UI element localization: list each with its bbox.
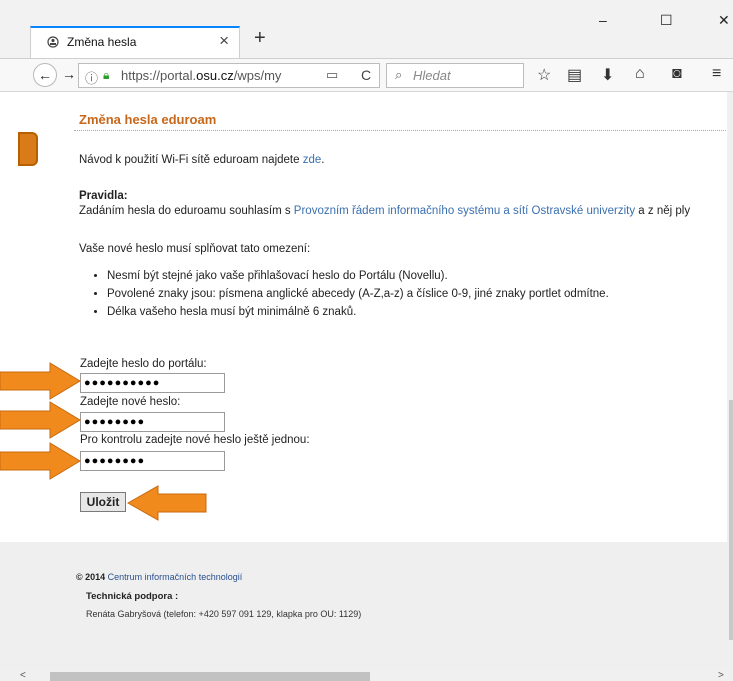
new-tab-button[interactable]: + [254, 27, 266, 50]
reader-view-icon[interactable]: ▭ [326, 67, 338, 83]
menu-icon[interactable]: ≡ [712, 65, 721, 83]
portal-password-label: Zadejte heslo do portálu: [80, 358, 207, 370]
title-divider [74, 130, 733, 131]
list-item: Povolené znaky jsou: písmena anglické ab… [107, 285, 609, 303]
minimize-icon[interactable]: – [599, 12, 607, 28]
scroll-left-icon[interactable]: < [20, 670, 26, 681]
browser-tab[interactable]: Změna hesla × [30, 26, 240, 58]
bookmark-star-icon[interactable]: ☆ [537, 65, 551, 85]
forward-arrow-icon[interactable]: → [62, 66, 76, 82]
search-placeholder: Hledat [413, 68, 451, 83]
url-text[interactable]: https://portal.osu.cz/wps/my [121, 68, 311, 83]
rules-paragraph: Zadáním hesla do eduroamu souhlasím s Pr… [79, 205, 691, 217]
home-icon[interactable]: ⌂ [635, 65, 645, 83]
address-bar[interactable]: ⓘ 🔒︎ https://portal.osu.cz/wps/my ▭ C [78, 63, 380, 88]
bookmarks-library-icon[interactable]: ▤ [567, 65, 582, 85]
portlet-title: Změna hesla eduroam [79, 112, 217, 127]
eduroam-guide-link[interactable]: zde [303, 154, 322, 166]
navigation-toolbar: ← → ⓘ 🔒︎ https://portal.osu.cz/wps/my ▭ … [0, 58, 733, 92]
constraints-list: Nesmí být stejné jako vaše přihlašovací … [79, 267, 609, 321]
list-item: Délka vašeho hesla musí být minimálně 6 … [107, 303, 609, 321]
lock-icon[interactable]: 🔒︎ [103, 68, 109, 83]
operating-rules-link[interactable]: Provozním řádem informačního systému a s… [294, 205, 635, 217]
downloads-icon[interactable]: ⬇ [601, 65, 614, 85]
intro-paragraph: Návod k použití Wi-Fi sítě eduroam najde… [79, 154, 325, 166]
search-box[interactable]: ⌕ Hledat [386, 63, 524, 88]
reload-icon[interactable]: C [361, 67, 371, 83]
title-bar: Změna hesla × + – ☐ ✕ [0, 0, 733, 58]
new-password-field[interactable]: ●●●●●●●● [80, 412, 225, 432]
arrow-annotation-icon [0, 362, 81, 400]
list-item: Nesmí být stejné jako vaše přihlašovací … [107, 267, 609, 285]
arrow-annotation-icon [0, 401, 81, 439]
constraints-intro: Vaše nové heslo musí splňovat tato omeze… [79, 243, 311, 255]
pocket-icon[interactable]: ◙ [672, 65, 682, 83]
copyright-text: © 2014 Centrum informačních technologií [76, 572, 243, 582]
page-content: Změna hesla eduroam Návod k použití Wi-F… [0, 92, 733, 681]
page-footer: © 2014 Centrum informačních technologií … [0, 542, 733, 681]
site-favicon-icon [47, 36, 59, 48]
rules-heading: Pravidla: [79, 190, 128, 202]
sidebar-toggle[interactable] [18, 132, 38, 166]
arrow-annotation-icon [0, 442, 81, 480]
arrow-annotation-icon [126, 485, 207, 521]
vertical-scrollbar-thumb[interactable] [729, 400, 733, 640]
support-contact: Renáta Gabryšová (telefon: +420 597 091 … [86, 609, 362, 619]
horizontal-scrollbar-thumb[interactable] [50, 672, 370, 681]
scroll-right-icon[interactable]: > [718, 670, 724, 681]
search-icon: ⌕ [395, 67, 403, 82]
confirm-password-field[interactable]: ●●●●●●●● [80, 451, 225, 471]
maximize-icon[interactable]: ☐ [660, 12, 673, 29]
tab-close-icon[interactable]: × [219, 31, 229, 51]
back-arrow-icon[interactable]: ← [33, 63, 57, 87]
confirm-password-label: Pro kontrolu zadejte nové heslo ještě je… [80, 434, 310, 446]
support-heading: Technická podpora : [86, 591, 179, 602]
tab-title: Změna hesla [67, 35, 137, 49]
save-button[interactable]: Uložit [80, 492, 126, 512]
new-password-label: Zadejte nové heslo: [80, 396, 181, 408]
info-icon[interactable]: ⓘ [85, 68, 98, 87]
window-close-icon[interactable]: ✕ [718, 12, 730, 29]
portal-password-field[interactable]: ●●●●●●●●●● [80, 373, 225, 393]
